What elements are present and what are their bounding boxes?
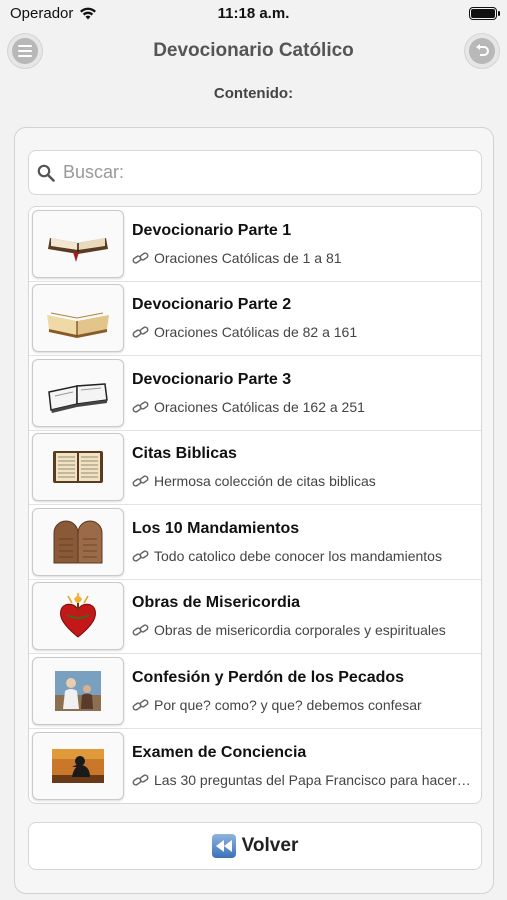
link-icon [132, 773, 150, 787]
item-description: Las 30 preguntas del Papa Francisco para… [154, 771, 472, 788]
item-thumbnail [32, 656, 124, 725]
list-item[interactable]: Devocionario Parte 2 Oraciones Católicas… [29, 281, 481, 356]
confession-icon [55, 670, 101, 711]
list-item[interactable]: Devocionario Parte 3 Oraciones Católicas… [29, 356, 481, 431]
item-title: Examen de Conciencia [132, 743, 307, 761]
search-bar[interactable] [28, 150, 482, 195]
item-description: Todo catolico debe conocer los mandamien… [154, 547, 442, 564]
book-sketch-icon [48, 382, 108, 413]
item-thumbnail [32, 284, 124, 353]
item-title: Citas Biblicas [132, 445, 237, 463]
item-thumbnail [32, 582, 124, 651]
item-desc-row: Oraciones Católicas de 82 a 161 [132, 324, 472, 340]
status-bar: Operador 11:18 a.m. [0, 0, 507, 28]
item-description: Por que? como? y que? debemos confesar [154, 696, 422, 713]
item-title: Devocionario Parte 1 [132, 221, 292, 239]
item-title: Obras de Misericordia [132, 594, 301, 612]
link-icon [132, 623, 150, 637]
item-thumbnail [32, 507, 124, 576]
item-desc-row: Todo catolico debe conocer los mandamien… [132, 548, 472, 564]
undo-icon [476, 44, 489, 56]
link-icon [132, 325, 150, 339]
item-text: Devocionario Parte 2 Oraciones Católicas… [132, 296, 472, 340]
list-item[interactable]: Examen de Conciencia Las 30 preguntas de… [29, 728, 481, 803]
item-description: Oraciones Católicas de 1 a 81 [154, 249, 342, 266]
battery-icon [469, 7, 500, 20]
list-item[interactable]: Confesión y Perdón de los Pecados Por qu… [29, 654, 481, 729]
item-description: Hermosa colección de citas biblicas [154, 473, 376, 490]
search-icon [37, 164, 55, 182]
item-text: Citas Biblicas Hermosa colección de cita… [132, 445, 472, 489]
item-desc-row: Oraciones Católicas de 162 a 251 [132, 399, 472, 415]
praying-icon [52, 748, 104, 783]
item-desc-row: Por que? como? y que? debemos confesar [132, 697, 472, 713]
item-description: Oraciones Católicas de 162 a 251 [154, 398, 365, 415]
link-icon [132, 400, 150, 414]
sacred-heart-icon [60, 593, 96, 638]
volver-button[interactable]: Volver [28, 822, 482, 870]
tablets-icon [53, 520, 103, 564]
page-title: Devocionario Católico [153, 40, 354, 61]
item-description: Oraciones Católicas de 82 a 161 [154, 324, 358, 341]
item-desc-row: Hermosa colección de citas biblicas [132, 473, 472, 489]
app-screen: Operador 11:18 a.m. Devocionario Católic… [0, 0, 507, 900]
navigation-bar: Devocionario Católico [0, 30, 507, 70]
link-icon [132, 698, 150, 712]
item-desc-row: Oraciones Católicas de 1 a 81 [132, 250, 472, 266]
item-thumbnail [32, 358, 124, 427]
link-icon [132, 549, 150, 563]
back-button[interactable] [464, 33, 500, 69]
link-icon [132, 251, 150, 265]
item-text: Los 10 Mandamientos Todo catolico debe c… [132, 520, 472, 564]
item-description: Obras de misericordia corporales y espir… [154, 622, 446, 639]
bible-dark-icon [48, 237, 108, 262]
item-title: Devocionario Parte 2 [132, 296, 292, 314]
open-book-icon [47, 312, 109, 339]
item-text: Confesión y Perdón de los Pecados Por qu… [132, 669, 472, 713]
list-item[interactable]: Devocionario Parte 1 Oraciones Católicas… [29, 207, 481, 282]
list-item[interactable]: Los 10 Mandamientos Todo catolico debe c… [29, 505, 481, 580]
list-item[interactable]: Citas Biblicas Hermosa colección de cita… [29, 430, 481, 505]
rewind-icon [211, 834, 236, 858]
link-icon [132, 474, 150, 488]
item-thumbnail [32, 209, 124, 278]
item-text: Devocionario Parte 1 Oraciones Católicas… [132, 222, 472, 266]
item-text: Obras de Misericordia Obras de misericor… [132, 594, 472, 638]
content-panel: Devocionario Parte 1 Oraciones Católicas… [14, 127, 494, 894]
section-subtitle: Contenido: [213, 85, 294, 102]
list-item[interactable]: Obras de Misericordia Obras de misericor… [29, 579, 481, 654]
item-title: Confesión y Perdón de los Pecados [132, 668, 405, 686]
item-title: Los 10 Mandamientos [132, 519, 300, 537]
content-list: Devocionario Parte 1 Oraciones Católicas… [28, 206, 482, 804]
item-desc-row: Obras de misericordia corporales y espir… [132, 622, 472, 638]
item-desc-row: Las 30 preguntas del Papa Francisco para… [132, 772, 472, 788]
status-time: 11:18 a.m. [217, 5, 290, 22]
item-text: Devocionario Parte 3 Oraciones Católicas… [132, 371, 472, 415]
volver-label: Volver [241, 835, 299, 856]
scripture-icon [53, 451, 103, 484]
item-text: Examen de Conciencia Las 30 preguntas de… [132, 744, 472, 788]
item-title: Devocionario Parte 3 [132, 370, 292, 388]
item-thumbnail [32, 731, 124, 800]
search-input[interactable] [63, 162, 463, 183]
item-thumbnail [32, 433, 124, 502]
